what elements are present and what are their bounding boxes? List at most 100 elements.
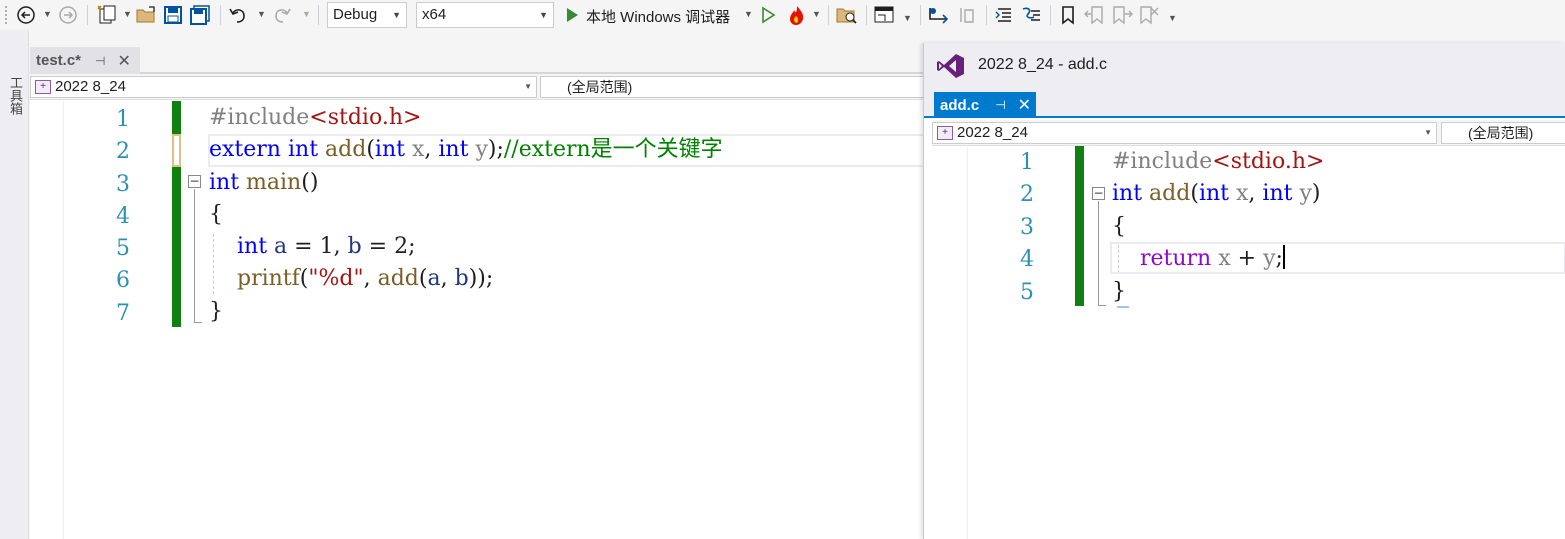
toolbox-tab[interactable]: 工具箱 [4,76,23,115]
collapse-icon[interactable]: − [1092,187,1105,200]
navigation-bar: + 2022 8_24 ▼ (全局范围) [30,74,925,100]
chevron-down-icon: ▼ [539,10,548,20]
project-name: 2022 8_24 [957,124,1028,141]
start-debugging-button[interactable]: 本地 Windows 调试器 [586,6,730,27]
undo-dropdown-icon[interactable]: ▼ [257,9,266,19]
toolbar-separator [866,5,867,25]
window-title: 2022 8_24 - add.c [978,56,1107,73]
project-dropdown[interactable]: + 2022 8_24 ▼ [932,122,1437,144]
toolbar-separator [1050,5,1051,25]
code-text[interactable]: #include<stdio.h> int add(int x, int y){ … [1112,146,1324,308]
outline-line [194,189,195,323]
window-layout-icon[interactable] [872,3,896,27]
line-number: 4 [1020,247,1034,273]
line-number: 5 [116,236,130,262]
clear-bookmarks-icon[interactable] [1137,3,1161,27]
hot-reload-dropdown-icon[interactable]: ▼ [812,9,821,19]
project-dropdown[interactable]: + 2022 8_24 ▼ [30,76,537,98]
forward-icon[interactable] [56,3,80,27]
start-without-debug-icon[interactable] [758,3,778,27]
editor-test-c: test.c* ⊣ ✕ + 2022 8_24 ▼ (全局范围) 1 2 3 4… [30,44,925,539]
saved-change-bar [1075,146,1084,306]
scope-name: (全局范围) [567,79,633,95]
code-text[interactable]: #include<stdio.h> extern int add(int x, i… [209,102,723,328]
open-file-icon[interactable] [135,3,159,27]
toolbox-panel: 工具箱 [0,30,29,539]
configuration-value: Debug [333,6,378,23]
comment-icon[interactable] [1019,3,1043,27]
project-icon: + [35,80,51,94]
toolbar-separator [920,5,921,25]
new-project-icon[interactable] [94,3,120,27]
pin-icon[interactable]: ⊣ [995,98,1005,112]
line-numbers: 1 2 3 4 5 6 7 [90,104,130,330]
line-number: 3 [116,171,130,197]
line-number: 7 [116,300,130,326]
document-tabstrip: add.c ⊣ ✕ [924,90,1565,118]
solution-explorer-icon[interactable] [835,3,859,27]
line-number: 2 [116,139,130,165]
line-number: 1 [116,107,130,132]
tab-label: add.c [940,96,980,114]
glyph-margin [30,101,64,539]
toolbar-separator [87,5,88,25]
back-dropdown-icon[interactable]: ▼ [43,9,52,19]
toolbar-overflow-icon[interactable]: ▼ [1168,13,1177,23]
project-icon: + [937,126,953,140]
chevron-down-icon: ▼ [524,82,532,91]
project-name: 2022 8_24 [55,78,126,95]
tab-test-c[interactable]: test.c* ⊣ ✕ [30,47,140,74]
scope-dropdown[interactable]: (全局范围) [540,76,925,98]
line-number: 4 [116,203,130,229]
window-titlebar[interactable]: 2022 8_24 - add.c [924,43,1565,90]
line-number: 3 [1020,214,1034,240]
scope-dropdown[interactable]: (全局范围) [1441,122,1565,144]
new-dropdown-icon[interactable]: ▼ [123,9,132,19]
visual-studio-logo-icon [937,54,964,78]
save-all-icon[interactable] [187,3,213,27]
save-icon[interactable] [161,3,185,27]
text-caret [1282,245,1285,270]
next-bookmark-icon[interactable] [1110,3,1134,27]
tab-add-c[interactable]: add.c ⊣ ✕ [934,92,1036,118]
line-number: 6 [116,268,130,294]
collapse-icon[interactable]: − [188,175,201,188]
close-icon[interactable]: ✕ [117,51,130,71]
redo-icon[interactable] [270,3,294,27]
format-icon[interactable] [955,3,979,27]
indent-icon[interactable] [992,3,1016,27]
start-icon[interactable] [562,3,582,27]
bookmark-icon[interactable] [1057,3,1079,27]
line-numbers: 1 2 3 4 5 [994,147,1034,309]
scope-name: (全局范围) [1468,125,1534,141]
glyph-margin [932,147,968,539]
line-number: 1 [1020,150,1034,175]
platform-value: x64 [422,6,447,23]
close-icon[interactable]: ✕ [1018,95,1031,115]
back-icon[interactable] [14,3,38,27]
toolbar-separator [318,5,319,25]
pin-icon[interactable]: ⊣ [95,54,105,68]
undo-icon[interactable] [226,3,250,27]
debug-target-dropdown-icon[interactable]: ▼ [744,9,753,19]
step-icon[interactable] [926,3,952,27]
outline-line [1098,201,1099,305]
chevron-down-icon: ▼ [1424,128,1432,137]
line-number: 5 [1020,279,1034,305]
saved-change-bar [172,167,181,327]
toolbar-grip[interactable] [3,3,9,27]
redo-dropdown-icon[interactable]: ▼ [302,9,311,19]
platform-select[interactable]: x64 ▼ [416,2,554,28]
navigation-bar: + 2022 8_24 ▼ (全局范围) [932,120,1565,146]
document-tabstrip: test.c* ⊣ ✕ [30,44,925,74]
hot-reload-icon[interactable] [785,3,809,27]
prev-bookmark-icon[interactable] [1083,3,1107,27]
saved-change-bar [172,101,181,134]
layout-dropdown-icon[interactable]: ▼ [903,13,912,23]
toolbar-separator [220,5,221,25]
line-number: 2 [1020,182,1034,208]
unsaved-change-bar [172,134,181,167]
configuration-select[interactable]: Debug ▼ [327,2,407,28]
toolbar-separator [986,5,987,25]
tab-label: test.c* [36,52,82,69]
